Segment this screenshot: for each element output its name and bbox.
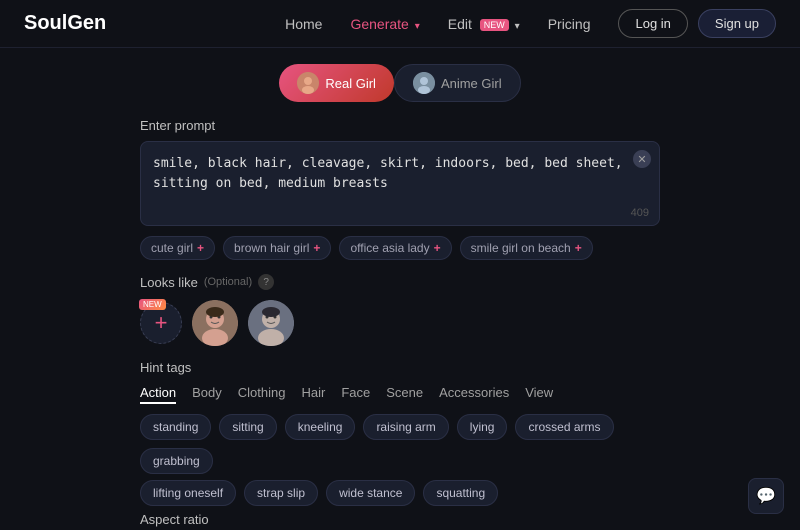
hint-tag-squatting[interactable]: squatting <box>423 480 498 506</box>
signup-button[interactable]: Sign up <box>698 9 776 38</box>
prompt-clear-button[interactable]: ✕ <box>633 150 651 168</box>
hint-cat-hair[interactable]: Hair <box>301 385 325 404</box>
looks-optional-label: (Optional) <box>204 276 252 288</box>
hint-tags-row-2: lifting oneself strap slip wide stance s… <box>140 480 660 506</box>
nav-home[interactable]: Home <box>285 16 322 32</box>
looks-items: NEW + <box>140 300 660 346</box>
add-look-new-badge: NEW <box>139 299 166 310</box>
hint-cat-clothing[interactable]: Clothing <box>238 385 286 404</box>
prompt-label: Enter prompt <box>140 118 660 133</box>
hint-cat-body[interactable]: Body <box>192 385 222 404</box>
looks-label: Looks like <box>140 275 198 290</box>
quick-tag-2[interactable]: office asia lady + <box>339 236 451 260</box>
hint-tag-sitting[interactable]: sitting <box>219 414 276 440</box>
hint-cat-view[interactable]: View <box>525 385 553 404</box>
hint-tag-standing[interactable]: standing <box>140 414 211 440</box>
hint-tags-row-1: standing sitting kneeling raising arm ly… <box>140 414 660 474</box>
hint-cat-action[interactable]: Action <box>140 385 176 404</box>
nav-generate[interactable]: Generate ▾ <box>350 16 419 32</box>
quick-tags: cute girl + brown hair girl + office asi… <box>140 236 660 260</box>
looks-help-icon[interactable]: ? <box>258 274 274 290</box>
real-girl-face-icon <box>297 72 319 94</box>
look-avatar-1[interactable] <box>192 300 238 346</box>
hint-tag-lifting-oneself[interactable]: lifting oneself <box>140 480 236 506</box>
tab-real-girl[interactable]: Real Girl <box>279 64 394 102</box>
nav-links: Home Generate ▾ Edit NEW ▾ Pricing <box>285 16 590 32</box>
chat-button[interactable]: 💬 <box>748 478 784 514</box>
hint-tag-crossed-arms[interactable]: crossed arms <box>515 414 613 440</box>
generate-arrow-icon: ▾ <box>415 21 420 32</box>
navbar: SoulGen Home Generate ▾ Edit NEW ▾ Prici… <box>0 0 800 48</box>
tab-switcher: Real Girl Anime Girl <box>140 64 660 102</box>
look-avatar-2-face-icon <box>248 300 294 346</box>
hint-tag-lying[interactable]: lying <box>457 414 508 440</box>
add-look-button[interactable]: NEW + <box>140 302 182 344</box>
chat-icon: 💬 <box>756 486 776 506</box>
quick-tag-1[interactable]: brown hair girl + <box>223 236 331 260</box>
login-button[interactable]: Log in <box>618 9 687 38</box>
look-avatar-1-face-icon <box>192 300 238 346</box>
looks-like-header: Looks like (Optional) ? <box>140 274 660 290</box>
hint-categories: Action Body Clothing Hair Face Scene Acc… <box>140 385 660 404</box>
edit-new-badge: NEW <box>480 19 509 31</box>
hint-cat-accessories[interactable]: Accessories <box>439 385 509 404</box>
quick-tag-0[interactable]: cute girl + <box>140 236 215 260</box>
hint-tag-raising-arm[interactable]: raising arm <box>363 414 448 440</box>
nav-pricing[interactable]: Pricing <box>548 16 591 32</box>
anime-girl-avatar <box>413 72 435 94</box>
app-logo: SoulGen <box>24 12 106 35</box>
hint-tags-label: Hint tags <box>140 360 660 375</box>
quick-tag-2-plus: + <box>434 241 441 255</box>
hint-tag-grabbing[interactable]: grabbing <box>140 448 213 474</box>
prompt-char-count: 409 <box>631 207 649 219</box>
quick-tag-1-plus: + <box>313 241 320 255</box>
anime-girl-face-icon <box>413 72 435 94</box>
hint-cat-scene[interactable]: Scene <box>386 385 423 404</box>
prompt-container: smile, black hair, cleavage, skirt, indo… <box>140 141 660 226</box>
tab-anime-girl[interactable]: Anime Girl <box>394 64 521 102</box>
edit-arrow-icon: ▾ <box>515 21 520 32</box>
look-avatar-2[interactable] <box>248 300 294 346</box>
prompt-input[interactable]: smile, black hair, cleavage, skirt, indo… <box>141 142 659 222</box>
main-content: Real Girl Anime Girl Enter prompt smile,… <box>0 48 800 530</box>
quick-tag-3-plus: + <box>575 241 582 255</box>
hint-tag-strap-slip[interactable]: strap slip <box>244 480 318 506</box>
nav-actions: Log in Sign up <box>618 9 776 38</box>
nav-edit[interactable]: Edit NEW ▾ <box>448 16 520 32</box>
hint-cat-face[interactable]: Face <box>341 385 370 404</box>
hint-tag-wide-stance[interactable]: wide stance <box>326 480 415 506</box>
add-look-plus-icon: + <box>155 310 168 336</box>
real-girl-avatar <box>297 72 319 94</box>
quick-tag-3[interactable]: smile girl on beach + <box>460 236 593 260</box>
aspect-ratio-label: Aspect ratio <box>140 512 660 527</box>
hint-tag-kneeling[interactable]: kneeling <box>285 414 356 440</box>
quick-tag-0-plus: + <box>197 241 204 255</box>
